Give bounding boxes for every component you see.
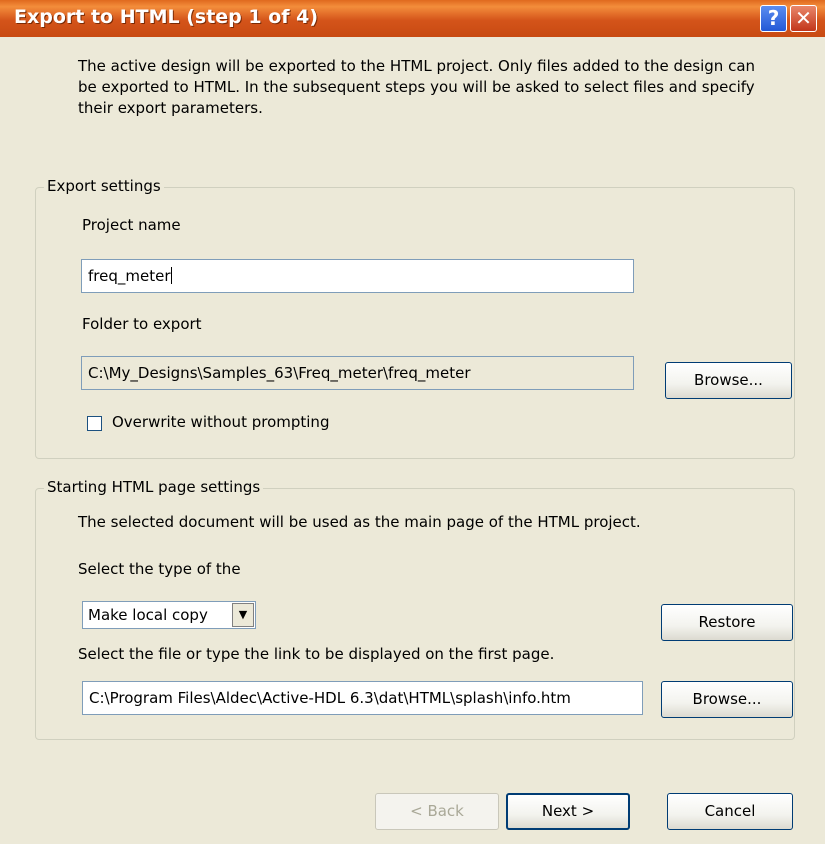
title-bar[interactable]: Export to HTML (step 1 of 4) ? ✕ (0, 0, 825, 37)
export-settings-title: Export settings (44, 177, 164, 195)
restore-button[interactable]: Restore (661, 604, 793, 641)
folder-field[interactable]: C:\My_Designs\Samples_63\Freq_meter\freq… (81, 356, 634, 390)
file-label: Select the file or type the link to be d… (78, 645, 555, 663)
overwrite-checkbox[interactable] (87, 416, 102, 431)
cancel-button[interactable]: Cancel (667, 793, 793, 830)
dialog-title: Export to HTML (step 1 of 4) (14, 6, 319, 28)
text-caret (170, 267, 172, 284)
help-button[interactable]: ? (760, 5, 787, 32)
next-button[interactable]: Next > (506, 793, 630, 830)
export-html-dialog: Export to HTML (step 1 of 4) ? ✕ The act… (0, 0, 825, 844)
folder-label: Folder to export (82, 315, 202, 333)
starting-page-title: Starting HTML page settings (44, 478, 264, 496)
project-name-input[interactable]: freq_meter (81, 259, 634, 293)
overwrite-label[interactable]: Overwrite without prompting (112, 413, 329, 431)
chevron-down-icon[interactable]: ▼ (232, 603, 254, 627)
browse-file-button[interactable]: Browse... (661, 681, 793, 718)
project-name-label: Project name (82, 216, 181, 234)
file-input[interactable]: C:\Program Files\Aldec\Active-HDL 6.3\da… (82, 681, 643, 715)
copy-type-value: Make local copy (88, 606, 208, 624)
file-value: C:\Program Files\Aldec\Active-HDL 6.3\da… (89, 689, 571, 707)
back-button[interactable]: < Back (375, 793, 499, 830)
browse-folder-button[interactable]: Browse... (665, 362, 792, 399)
type-label: Select the type of the (78, 560, 241, 578)
intro-text: The active design will be exported to th… (78, 57, 756, 117)
copy-type-select[interactable]: Make local copy ▼ (82, 601, 256, 629)
starting-page-description: The selected document will be used as th… (78, 513, 641, 531)
close-button[interactable]: ✕ (790, 5, 817, 32)
folder-value: C:\My_Designs\Samples_63\Freq_meter\freq… (88, 364, 471, 382)
project-name-value: freq_meter (88, 267, 171, 285)
